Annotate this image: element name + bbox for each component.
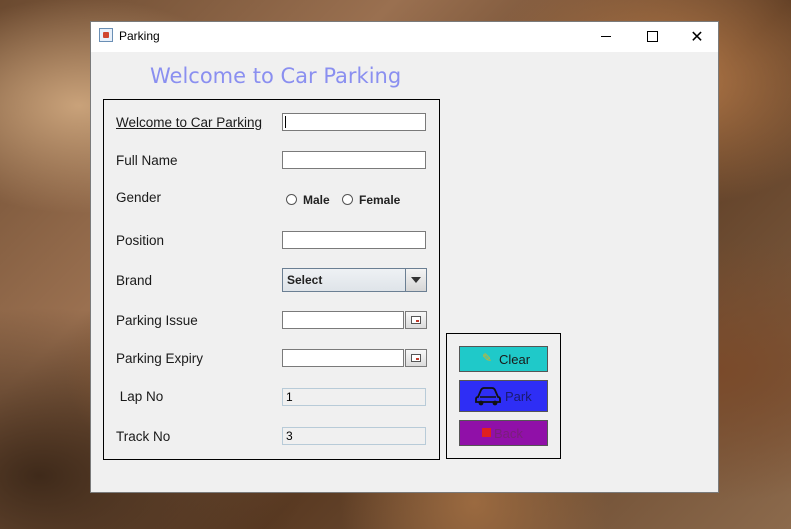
parking-issue-calendar-button[interactable] [405,311,427,329]
title-bar[interactable]: Parking ✕ [91,22,718,52]
parking-expiry-label: Parking Expiry [116,351,204,366]
java-app-icon [99,28,113,42]
close-icon: ✕ [690,27,704,46]
minimize-icon [601,36,611,37]
window-title: Parking [119,29,160,43]
action-button-panel: ✎ Clear Park Back [446,333,561,459]
brand-label: Brand [116,273,153,288]
full-name-input[interactable] [282,151,426,169]
page-heading: Welcome to Car Parking [150,64,402,88]
chevron-down-icon[interactable] [405,269,426,291]
clear-button-label: Clear [499,352,531,367]
minimize-button[interactable] [583,22,629,52]
male-radio-label[interactable]: Male [303,193,330,207]
track-no-label: Track No [116,429,171,444]
clear-button[interactable]: ✎ Clear [459,346,548,372]
close-button[interactable]: ✕ [674,22,720,52]
back-button-label: Back [494,426,523,441]
broom-icon: ✎ [482,351,493,365]
parking-window: Parking ✕ Welcome to Car Parking Welcome… [90,21,719,493]
calendar-icon [411,316,421,324]
parking-issue-label: Parking Issue [116,313,198,328]
male-radio[interactable] [286,194,297,205]
back-button[interactable]: Back [459,420,548,446]
position-input[interactable] [282,231,426,249]
maximize-icon [647,31,658,42]
brand-select[interactable]: Select [282,268,427,292]
form-panel: Welcome to Car Parking Full Name Gender … [103,99,440,460]
parking-expiry-input[interactable] [282,349,404,367]
female-radio[interactable] [342,194,353,205]
welcome-input[interactable] [282,113,426,131]
track-no-field: 3 [282,427,426,445]
car-icon [475,387,501,406]
calendar-icon [411,354,421,362]
parking-expiry-calendar-button[interactable] [405,349,427,367]
park-button-label: Park [505,389,532,404]
female-radio-label[interactable]: Female [359,193,400,207]
parking-issue-input[interactable] [282,311,404,329]
gender-label: Gender [116,190,162,205]
back-arrow-icon [482,428,491,437]
lap-no-field: 1 [282,388,426,406]
welcome-label: Welcome to Car Parking [116,115,263,130]
maximize-button[interactable] [629,22,675,52]
brand-select-value: Select [287,273,323,287]
park-button[interactable]: Park [459,380,548,412]
position-label: Position [116,233,165,248]
full-name-label: Full Name [116,153,178,168]
lap-no-label: Lap No [116,389,164,404]
